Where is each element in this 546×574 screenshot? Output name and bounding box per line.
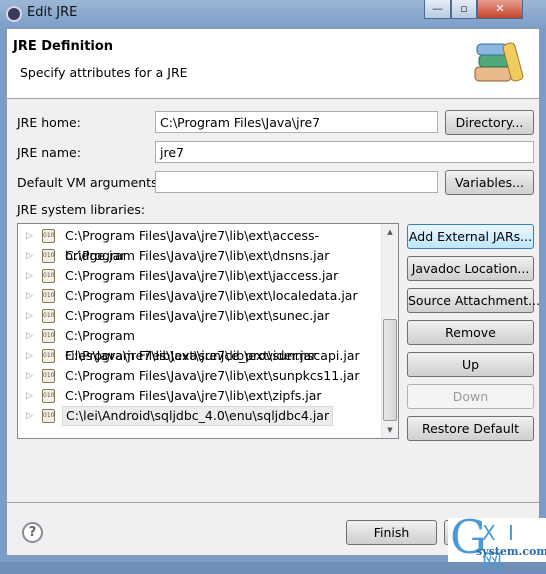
library-item[interactable]: ▷ 010 C:\Program Files\Java\jre7\lib\ext\j… [18, 266, 382, 286]
libraries-label: JRE system libraries: [17, 202, 146, 217]
library-path: C:\Program Files\Java\jre7\lib\ext\sunpk… [65, 368, 360, 383]
expand-arrow-icon[interactable]: ▷ [26, 366, 33, 386]
watermark-site: system.com [476, 545, 546, 558]
javadoc-location-button[interactable]: Javadoc Location... [407, 256, 534, 281]
add-external-jars-button[interactable]: Add External JARs... [407, 224, 534, 249]
jar-icon: 010 [42, 329, 55, 343]
expand-arrow-icon[interactable]: ▷ [26, 246, 33, 266]
finish-button[interactable]: Finish [346, 520, 437, 545]
jre-home-input[interactable]: C:\Program Files\Java\jre7 [155, 111, 438, 133]
vertical-scrollbar[interactable]: ▲ ▼ [381, 224, 398, 438]
library-item[interactable]: ▷ 010 C:\Program Files\Java\jre7\lib\ext\z… [18, 386, 382, 406]
library-path: C:\Program Files\Java\jre7\lib\ext\sunms… [65, 348, 360, 363]
library-item[interactable]: ▷ 010 C:\Program Files\Java\jre7\lib\ext\d… [18, 246, 382, 266]
expand-arrow-icon[interactable]: ▷ [26, 226, 33, 246]
expand-arrow-icon[interactable]: ▷ [26, 306, 33, 326]
jar-icon: 010 [42, 229, 55, 243]
scroll-up-arrow-icon[interactable]: ▲ [382, 224, 398, 240]
watermark-logo: G X I 网 system.com [448, 510, 546, 573]
library-path: C:\Program Files\Java\jre7\lib\ext\dnsns… [65, 248, 330, 263]
expand-arrow-icon[interactable]: ▷ [26, 386, 33, 406]
jar-icon: 010 [42, 349, 55, 363]
library-item[interactable]: ▷ 010 C:\Program Files\Java\jre7\lib\ext\l… [18, 286, 382, 306]
help-icon[interactable]: ? [22, 522, 43, 543]
remove-button[interactable]: Remove [407, 320, 534, 345]
library-path: C:\Program Files\Java\jre7\lib\ext\sunec… [65, 308, 330, 323]
jar-icon: 010 [42, 369, 55, 383]
eclipse-icon [6, 6, 22, 22]
jar-icon: 010 [42, 249, 55, 263]
library-item[interactable]: ▷ 010 C:\Program Files\Java\jre7\lib\ext\a… [18, 226, 382, 263]
library-item[interactable]: ▷ 010 C:\Program Files\Java\jre7\lib\ext\s… [18, 366, 382, 386]
jar-icon: 010 [42, 289, 55, 303]
jar-icon: 010 [42, 409, 55, 423]
dialog-header: JRE Definition Specify attributes for a … [7, 29, 539, 99]
footer-divider [7, 502, 539, 503]
jre-name-input[interactable]: jre7 [155, 141, 534, 163]
books-icon [474, 42, 524, 82]
vm-args-input[interactable] [155, 171, 438, 193]
library-path: C:\Program Files\Java\jre7\lib\ext\zipfs… [65, 388, 322, 403]
edit-jre-dialog: Edit JRE — ▫ ✕ JRE Definition Specify at… [0, 0, 546, 573]
down-button[interactable]: Down [407, 384, 534, 409]
library-item[interactable]: ▷ 010 C:\lei\Android\sqljdbc_4.0\enu\sqljd… [18, 406, 382, 426]
library-path: C:\lei\Android\sqljdbc_4.0\enu\sqljdbc4.… [62, 406, 334, 426]
window-title: Edit JRE [27, 5, 78, 20]
directory-button[interactable]: Directory... [445, 110, 534, 135]
libraries-tree[interactable]: ▲ ▼ ▷ 010 C:\Program Files\Java\jre7\lib\e… [17, 223, 399, 439]
up-button[interactable]: Up [407, 352, 534, 377]
header-title: JRE Definition [13, 39, 114, 54]
source-attachment-button[interactable]: Source Attachment... [407, 288, 540, 313]
dialog-body: JRE Definition Specify attributes for a … [6, 28, 540, 556]
jar-icon: 010 [42, 309, 55, 323]
expand-arrow-icon[interactable]: ▷ [26, 406, 33, 426]
expand-arrow-icon[interactable]: ▷ [26, 346, 33, 366]
jar-icon: 010 [42, 269, 55, 283]
scroll-down-arrow-icon[interactable]: ▼ [382, 422, 398, 438]
close-button[interactable]: ✕ [477, 0, 523, 19]
jar-icon: 010 [42, 389, 55, 403]
scroll-thumb[interactable] [383, 319, 397, 421]
library-item[interactable]: ▷ 010 C:\Program Files\Java\jre7\lib\ext\s… [18, 306, 382, 326]
library-path: C:\Program Files\Java\jre7\lib\ext\local… [65, 288, 358, 303]
expand-arrow-icon[interactable]: ▷ [26, 326, 33, 346]
jre-home-label: JRE home: [17, 115, 81, 130]
header-subtitle: Specify attributes for a JRE [20, 65, 188, 80]
library-path: C:\Program Files\Java\jre7\lib\ext\jacce… [65, 268, 339, 283]
restore-default-button[interactable]: Restore Default [407, 416, 534, 441]
maximize-button[interactable]: ▫ [451, 0, 477, 19]
vm-args-label: Default VM arguments: [17, 175, 162, 190]
title-bar: Edit JRE — ▫ ✕ [0, 0, 546, 26]
jre-name-label: JRE name: [17, 145, 81, 160]
library-item[interactable]: ▷ 010 C:\Program Files\Java\jre7\lib\ext\s… [18, 326, 382, 363]
library-item[interactable]: ▷ 010 C:\Program Files\Java\jre7\lib\ext\s… [18, 346, 382, 366]
expand-arrow-icon[interactable]: ▷ [26, 286, 33, 306]
variables-button[interactable]: Variables... [445, 170, 534, 195]
expand-arrow-icon[interactable]: ▷ [26, 266, 33, 286]
minimize-button[interactable]: — [424, 0, 451, 19]
